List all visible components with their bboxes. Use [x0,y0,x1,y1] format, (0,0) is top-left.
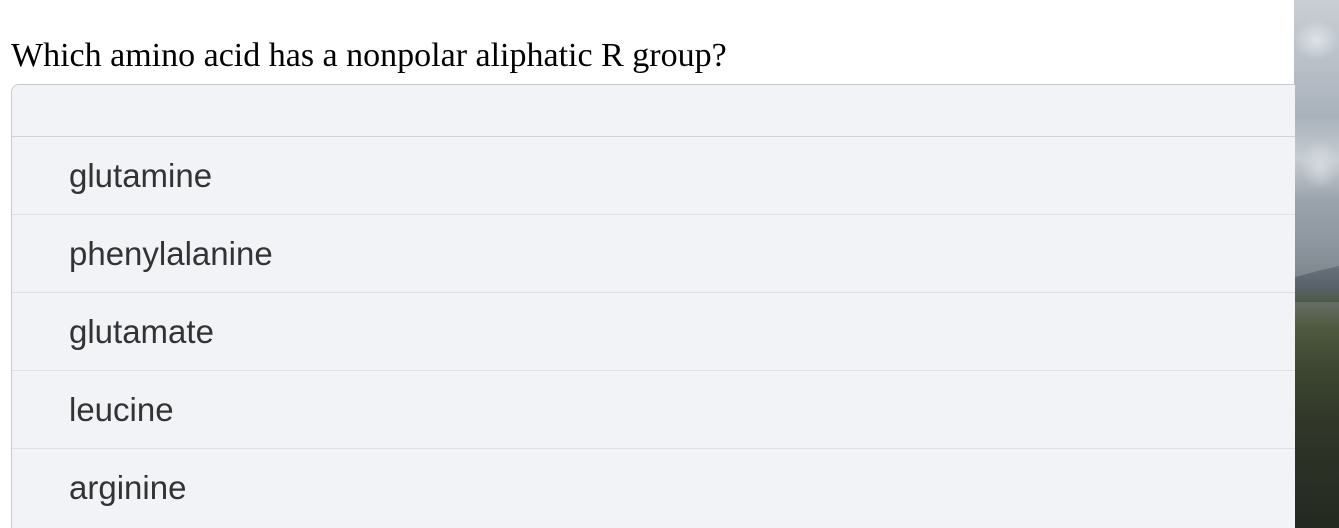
answer-option-leucine[interactable]: leucine [12,371,1295,449]
answer-option-arginine[interactable]: arginine [12,449,1295,527]
question-card: Which amino acid has a nonpolar aliphati… [0,0,1295,528]
background-cloud [1300,140,1339,190]
answer-option-glutamate[interactable]: glutamate [12,293,1295,371]
answer-option-glutamine[interactable]: glutamine [12,137,1295,215]
question-text: Which amino acid has a nonpolar aliphati… [11,37,727,74]
background-cloud [1294,20,1339,60]
options-header [12,85,1295,137]
answer-option-phenylalanine[interactable]: phenylalanine [12,215,1295,293]
answer-options-list: glutamine phenylalanine glutamate leucin… [11,84,1295,528]
